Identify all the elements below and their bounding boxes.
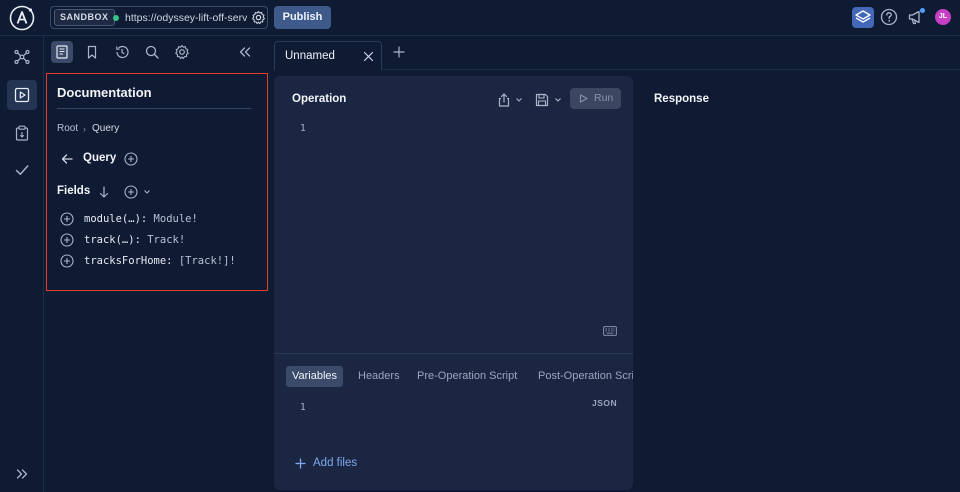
chevron-down-icon[interactable] [143,188,151,196]
chevron-down-icon[interactable] [554,96,562,104]
add-field-icon[interactable] [60,254,74,268]
notification-dot [920,8,925,13]
schema-graph-icon[interactable] [7,42,37,72]
close-icon[interactable] [363,51,374,62]
tab-pre-operation-script[interactable]: Pre-Operation Script [417,366,517,387]
bookmark-icon[interactable] [81,41,103,63]
save-icon[interactable] [534,92,550,108]
field-type[interactable]: Module! [154,213,198,225]
tab-unnamed[interactable]: Unnamed [274,41,382,70]
documentation-title: Documentation [57,85,152,100]
add-all-fields-icon[interactable] [124,185,138,199]
line-number: 1 [300,123,306,134]
tab-label: Unnamed [285,50,335,62]
collapse-icon[interactable] [234,41,256,63]
field-type[interactable]: Track! [147,234,185,246]
sandbox-badge: SANDBOX [54,9,115,26]
connection-status-indicator [113,15,119,21]
breadcrumb-separator: › [83,124,86,134]
share-icon[interactable] [496,92,512,108]
breadcrumb-current: Query [92,123,120,134]
endpoint-input[interactable]: SANDBOX https://odyssey-lift-off-server [50,6,268,29]
tab-post-operation-script[interactable]: Post-Operation Script [538,366,633,387]
tab-variables[interactable]: Variables [286,366,344,387]
type-name: Query [83,152,117,164]
history-icon[interactable] [111,41,133,63]
field-row-module[interactable]: module(…): Module! [60,212,260,226]
field-name: tracksForHome: [84,255,173,267]
documentation-icon[interactable] [51,41,73,63]
layers-icon[interactable] [852,7,874,28]
explorer-play-icon[interactable] [7,80,37,110]
user-avatar[interactable]: JL [935,9,951,25]
publish-button[interactable]: Publish [274,6,331,29]
add-tab-icon[interactable] [392,45,406,59]
response-title: Response [654,93,709,105]
json-mode-label[interactable]: JSON [592,398,617,408]
top-bar: SANDBOX https://odyssey-lift-off-server … [0,0,960,36]
endpoint-url[interactable]: https://odyssey-lift-off-server [125,11,247,25]
settings-icon[interactable] [171,41,193,63]
connection-settings-icon[interactable] [251,10,266,25]
add-field-icon[interactable] [60,212,74,226]
run-label: Run [594,92,614,104]
field-row-tracks-for-home[interactable]: tracksForHome: [Track!]! [60,254,260,268]
checks-list-icon[interactable] [7,118,37,148]
tab-headers[interactable]: Headers [358,366,400,387]
divider [274,353,633,354]
keyboard-shortcuts-icon[interactable] [603,326,617,336]
breadcrumb-root[interactable]: Root [57,123,78,134]
search-icon[interactable] [141,41,163,63]
operation-title: Operation [292,93,347,105]
left-nav-rail [0,36,44,492]
field-name: track(…): [84,234,141,246]
sort-arrow-icon[interactable] [97,185,111,199]
documentation-panel: Documentation Root › Query Query Fields [46,73,268,291]
fields-heading: Fields [57,185,91,197]
run-button[interactable]: Run [570,88,621,109]
plus-icon [295,458,306,469]
divider [382,69,960,70]
divider [57,108,251,109]
play-icon [579,94,588,103]
back-arrow-icon[interactable] [60,152,74,166]
operation-panel: Operation Run 1 Variables Headers Pre-Op… [274,76,633,490]
field-type[interactable]: [Track!]! [179,255,236,267]
add-type-icon[interactable] [124,152,138,166]
field-row-track[interactable]: track(…): Track! [60,233,260,247]
add-files-label: Add files [313,457,358,469]
help-icon[interactable] [880,8,898,26]
line-number: 1 [300,402,306,413]
apollo-logo-icon[interactable] [8,4,36,32]
expand-icon[interactable] [7,459,37,489]
field-name: module(…): [84,213,148,225]
chevron-down-icon[interactable] [515,96,523,104]
add-field-icon[interactable] [60,233,74,247]
checkmark-icon[interactable] [7,155,37,185]
